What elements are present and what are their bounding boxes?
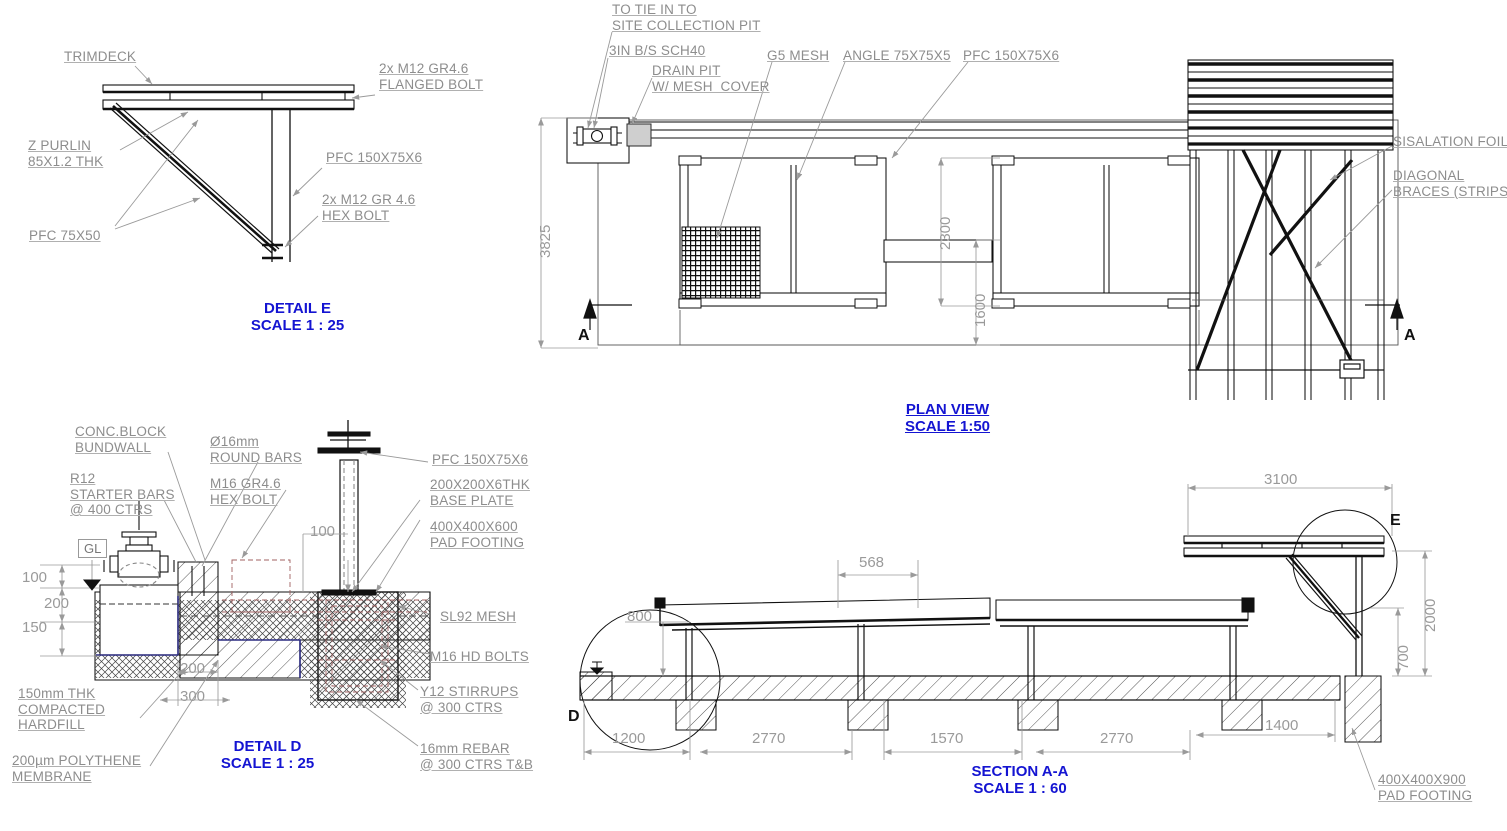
plan-view-title-text: PLAN VIEW	[905, 401, 990, 418]
label-starter-bars: R12 STARTER BARS @ 400 CTRS	[70, 471, 175, 517]
label-m16-hd-bolts: M16 HD BOLTS	[430, 649, 529, 664]
label-pfc-150-plan: PFC 150X75X6	[963, 48, 1060, 63]
detail-e-title: DETAIL E SCALE 1 : 25	[155, 300, 440, 334]
drawing-canvas	[40, 31, 1432, 791]
dim-d-200-bottom: 200	[180, 660, 206, 677]
section-mark-a-right: A	[1404, 327, 1416, 344]
section-mark-a-left: A	[578, 327, 590, 344]
dim-s-1570: 1570	[930, 730, 964, 747]
dim-s-1400: 1400	[1265, 717, 1299, 734]
label-y12-stirrups: Y12 STIRRUPS @ 300 CTRS	[420, 684, 519, 715]
label-tie-in-site-pit: TO TIE IN TO SITE COLLECTION PIT	[612, 2, 761, 33]
section-aa-title-text: SECTION A-A	[971, 763, 1069, 780]
label-pfc-150-detail-e: PFC 150X75X6	[326, 150, 423, 165]
label-pad-footing-900: 400X400X900 PAD FOOTING	[1378, 772, 1473, 803]
ground-level-label: GL	[78, 539, 108, 558]
label-hex-bolt-detail-d: M16 GR4.6 HEX BOLT	[210, 476, 281, 507]
dim-d-200: 200	[44, 595, 70, 612]
detail-d-title: DETAIL D SCALE 1 : 25	[175, 738, 360, 772]
section-aa-scale-text: SCALE 1 : 60	[973, 780, 1067, 797]
dim-d-150: 150	[22, 619, 48, 636]
label-g5-mesh: G5 MESH	[767, 48, 830, 63]
plan-view-geometry	[566, 59, 1399, 400]
dim-d-100-top: 100	[310, 523, 336, 540]
label-sl92-mesh: SL92 MESH	[440, 609, 517, 624]
detail-e-scale-text: SCALE 1 : 25	[250, 317, 345, 334]
label-16mm-rebar: 16mm REBAR @ 300 CTRS T&B	[420, 741, 534, 772]
detail-d-title-text: DETAIL D	[233, 738, 302, 755]
dim-s-2770-right: 2770	[1100, 730, 1134, 747]
dim-d-300-bottom: 300	[180, 688, 206, 705]
plan-view-title: PLAN VIEW SCALE 1:50	[845, 401, 1050, 435]
label-diagonal-braces: DIAGONAL BRACES (STRIPS)	[1393, 168, 1507, 199]
dim-s-2770-left: 2770	[752, 730, 786, 747]
drawing-sheet: TRIMDECK 2x M12 GR4.6 FLANGED BOLT Z PUR…	[0, 0, 1507, 831]
dim-s-700: 700	[1395, 644, 1412, 670]
dim-s-800: 800	[627, 608, 653, 625]
label-bs-sch40: 3IN B/S SCH40	[609, 43, 706, 58]
label-sisalation-foil: SISALATION FOIL	[1393, 134, 1507, 149]
label-round-bars: Ø16mm ROUND BARS	[210, 434, 303, 465]
plan-view-scale-text: SCALE 1:50	[904, 418, 991, 435]
dim-s-568: 568	[859, 554, 885, 571]
dim-1600: 1600	[972, 293, 989, 327]
section-aa-dimension-lines	[583, 484, 1432, 791]
dim-d-100: 100	[22, 569, 48, 586]
label-base-plate: 200X200X6THK BASE PLATE	[430, 477, 530, 508]
dim-s-1200: 1200	[612, 730, 646, 747]
dim-s-2000: 2000	[1422, 598, 1439, 632]
detail-mark-e: E	[1390, 512, 1401, 529]
label-flanged-bolt: 2x M12 GR4.6 FLANGED BOLT	[379, 61, 484, 92]
dim-s-3100: 3100	[1264, 471, 1298, 488]
label-compacted-hardfill: 150mm THK COMPACTED HARDFILL	[18, 686, 106, 732]
label-drain-pit: DRAIN PIT W/ MESH COVER	[652, 63, 770, 94]
detail-d-scale-text: SCALE 1 : 25	[220, 755, 315, 772]
label-angle-75x75x5: ANGLE 75X75X5	[843, 48, 951, 63]
label-pad-footing-600: 400X400X600 PAD FOOTING	[430, 519, 525, 550]
detail-mark-d: D	[568, 708, 580, 725]
label-trimdeck: TRIMDECK	[64, 49, 137, 64]
detail-e-title-text: DETAIL E	[264, 300, 331, 317]
label-hex-bolt-detail-e: 2x M12 GR 4.6 HEX BOLT	[322, 192, 416, 223]
label-pfc-150-detail-d: PFC 150X75X6	[432, 452, 529, 467]
section-aa-geometry	[579, 535, 1385, 743]
label-pfc-75x50: PFC 75X50	[29, 228, 101, 243]
ground-level-marker	[82, 579, 102, 591]
section-aa-title: SECTION A-A SCALE 1 : 60	[890, 763, 1150, 797]
label-conc-block-bundwall: CONC.BLOCK BUNDWALL	[75, 424, 167, 455]
dim-2300: 2300	[937, 216, 954, 250]
label-z-purlin: Z PURLIN 85X1.2 THK	[28, 138, 104, 169]
label-polythene-membrane: 200µm POLYTHENE MEMBRANE	[12, 753, 142, 784]
dim-3825: 3825	[537, 224, 554, 258]
